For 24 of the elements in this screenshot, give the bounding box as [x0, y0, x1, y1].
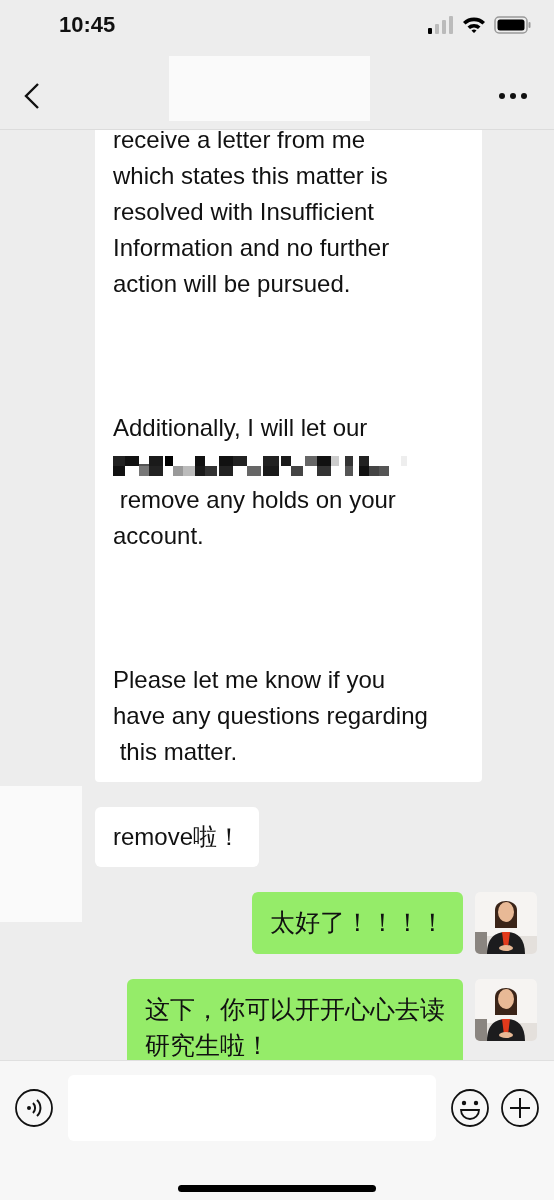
wifi-icon — [462, 16, 486, 34]
message-text: 研究生啦！ — [145, 1030, 271, 1060]
message-text: account. — [113, 521, 205, 551]
back-icon[interactable] — [24, 81, 40, 110]
message-text: 太好了！！！！ — [270, 907, 445, 938]
signal-icon — [428, 16, 454, 34]
more-icon[interactable] — [498, 91, 528, 100]
emoji-icon[interactable] — [450, 1088, 490, 1128]
message-text: remove啦！ — [113, 822, 242, 852]
message-text: Additionally, I will let our — [113, 413, 369, 443]
message-text: 这下，你可以开开心心去读 — [145, 994, 445, 1025]
battery-icon — [494, 16, 532, 34]
status-time: 10:45 — [59, 12, 116, 38]
voice-icon[interactable] — [14, 1088, 54, 1128]
message-text: this matter. — [118, 737, 239, 767]
plus-icon[interactable] — [500, 1088, 540, 1128]
message-text: which states this matter is — [113, 161, 389, 191]
message-text: action will be pursued. — [113, 269, 352, 299]
message-text: Information and no further — [113, 233, 391, 263]
message-text: receive a letter from me — [113, 130, 367, 155]
message-text: resolved with Insufficient — [113, 197, 376, 227]
message-text: remove any holds on your — [118, 485, 397, 515]
message-text: Please let me know if you — [113, 665, 387, 695]
message-text: have any questions regarding — [113, 701, 429, 731]
